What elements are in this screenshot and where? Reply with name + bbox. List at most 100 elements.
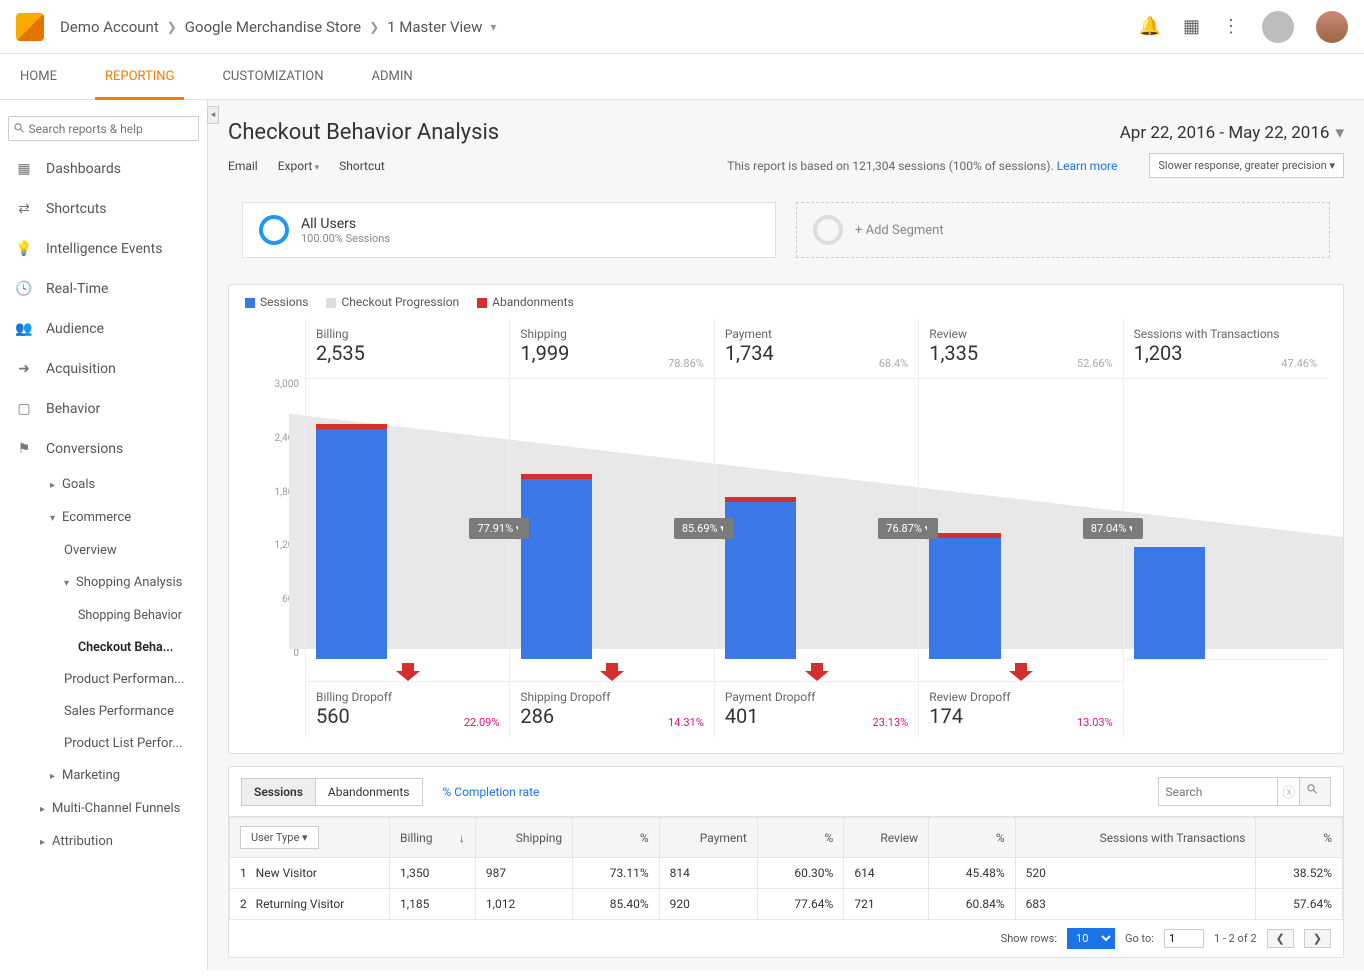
nav-audience[interactable]: 👥Audience — [0, 309, 207, 349]
table-row[interactable]: 2 Returning Visitor1,1851,01285.40%92077… — [230, 889, 1343, 920]
account-avatar[interactable] — [1262, 11, 1294, 43]
flag-icon: ⚑ — [14, 441, 34, 457]
bell-icon[interactable]: 🔔 — [1139, 16, 1161, 37]
dashboard-icon: ▦ — [14, 161, 34, 177]
prev-page-button[interactable]: ❮ — [1267, 929, 1294, 948]
breadcrumb-property[interactable]: Google Merchandise Store — [185, 18, 361, 36]
breadcrumb-view[interactable]: 1 Master View — [387, 18, 482, 36]
page-title: Checkout Behavior Analysis — [228, 120, 499, 145]
completion-rate-link[interactable]: % Completion rate — [443, 785, 540, 799]
cell: 2 Returning Visitor — [230, 889, 390, 920]
subnav-overview[interactable]: Overview — [0, 535, 207, 567]
add-segment-button[interactable]: + Add Segment — [796, 202, 1330, 258]
subnav-shopping-behavior[interactable]: Shopping Behavior — [0, 600, 207, 632]
subnav-ecommerce[interactable]: ▾Ecommerce — [0, 502, 207, 535]
stage-label: Sessions with Transactions — [1134, 327, 1317, 341]
tab-sessions[interactable]: Sessions — [241, 778, 315, 806]
collapse-sidebar-icon[interactable]: ◂ — [207, 106, 219, 124]
nav-shortcuts[interactable]: ⇄Shortcuts — [0, 189, 207, 229]
subnav-goals[interactable]: ▸Goals — [0, 469, 207, 502]
subnav-marketing[interactable]: ▸Marketing — [0, 760, 207, 793]
cell: 683 — [1015, 889, 1256, 920]
segment-all-users[interactable]: All Users 100.00% Sessions — [242, 202, 776, 258]
user-type-dropdown[interactable]: User Type ▾ — [240, 826, 319, 849]
tab-reporting[interactable]: REPORTING — [95, 54, 184, 100]
bulb-icon: 💡 — [14, 241, 34, 257]
col-header[interactable]: Payment — [659, 818, 757, 858]
cell: 38.52% — [1256, 858, 1343, 889]
stage-label: Shipping — [520, 327, 703, 341]
shortcut-button[interactable]: Shortcut — [339, 159, 385, 173]
nav-dashboards[interactable]: ▦Dashboards — [0, 149, 207, 189]
search-icon[interactable] — [1300, 777, 1331, 806]
nav-intelligence[interactable]: 💡Intelligence Events — [0, 229, 207, 269]
breadcrumb: Demo Account ❯ Google Merchandise Store … — [60, 18, 496, 36]
tab-home[interactable]: HOME — [10, 54, 67, 100]
dropoff-pct: 13.03% — [1077, 716, 1113, 729]
table-row[interactable]: 1 New Visitor1,35098773.11%81460.30%6144… — [230, 858, 1343, 889]
dropoff-label: Billing Dropoff — [316, 690, 499, 704]
funnel-stage[interactable]: Review1,33552.66%87.04% ▾Review Dropoff1… — [918, 319, 1122, 737]
next-page-button[interactable]: ❯ — [1304, 929, 1331, 948]
subnav-product-performance[interactable]: Product Performan... — [0, 664, 207, 696]
col-header[interactable]: Review — [844, 818, 929, 858]
stage-value: 2,535 — [316, 341, 499, 365]
flow-pill[interactable]: 87.04% ▾ — [1083, 518, 1143, 539]
col-header[interactable]: % — [1256, 818, 1343, 858]
col-header[interactable]: % — [757, 818, 843, 858]
chevron-down-icon[interactable]: ▾ — [490, 20, 496, 34]
col-header[interactable]: Sessions with Transactions — [1015, 818, 1256, 858]
search-input[interactable] — [29, 122, 192, 136]
search-reports[interactable] — [8, 116, 199, 141]
flow-pill[interactable]: 85.69% ▾ — [674, 518, 734, 539]
nav-realtime[interactable]: 🕓Real-Time — [0, 269, 207, 309]
stage-pct: 78.86% — [668, 357, 704, 370]
abandon-cap — [725, 497, 796, 502]
funnel-stage[interactable]: Sessions with Transactions1,20347.46% — [1123, 319, 1327, 737]
breadcrumb-account[interactable]: Demo Account — [60, 18, 159, 36]
clear-icon[interactable]: ⓧ — [1278, 777, 1300, 806]
col-header[interactable]: % — [929, 818, 1015, 858]
tab-abandonments[interactable]: Abandonments — [315, 778, 423, 806]
nav-conversions[interactable]: ⚑Conversions — [0, 429, 207, 469]
email-button[interactable]: Email — [228, 159, 258, 173]
date-range-picker[interactable]: Apr 22, 2016 - May 22, 2016 ▾ — [1120, 123, 1344, 143]
funnel-stage[interactable]: Payment1,73468.4%76.87% ▾Payment Dropoff… — [714, 319, 918, 737]
clock-icon: 🕓 — [14, 281, 34, 297]
people-icon: 👥 — [14, 321, 34, 337]
y-axis: 3,0002,4001,8001,2006000 — [245, 379, 305, 659]
nav-behavior[interactable]: ▢Behavior — [0, 389, 207, 429]
apps-icon[interactable]: ▦ — [1183, 16, 1200, 37]
flow-pill[interactable]: 77.91% ▾ — [469, 518, 529, 539]
sampling-info: This report is based on 121,304 sessions… — [727, 159, 1117, 173]
more-icon[interactable]: ⋮ — [1222, 16, 1240, 37]
goto-page-input[interactable] — [1164, 929, 1204, 948]
caret-right-icon: ▸ — [40, 831, 48, 855]
tab-admin[interactable]: ADMIN — [362, 54, 423, 100]
chart-legend: Sessions Checkout Progression Abandonmen… — [229, 285, 1343, 309]
precision-dropdown[interactable]: Slower response, greater precision ▾ — [1149, 153, 1344, 178]
stage-label: Billing — [316, 327, 499, 341]
subnav-attribution[interactable]: ▸Attribution — [0, 826, 207, 859]
tab-customization[interactable]: CUSTOMIZATION — [212, 54, 333, 100]
cell: 1,185 — [390, 889, 476, 920]
col-header[interactable]: Billing ↓ — [390, 818, 476, 858]
subnav-mcf[interactable]: ▸Multi-Channel Funnels — [0, 793, 207, 826]
segment-circle-icon — [259, 215, 289, 245]
rows-select[interactable]: 10 — [1067, 928, 1115, 949]
subnav-product-list[interactable]: Product List Perfor... — [0, 728, 207, 760]
nav-acquisition[interactable]: ➜Acquisition — [0, 349, 207, 389]
subnav-sales-performance[interactable]: Sales Performance — [0, 696, 207, 728]
learn-more-link[interactable]: Learn more — [1057, 159, 1118, 173]
table-search-input[interactable] — [1158, 777, 1278, 806]
flow-pill[interactable]: 76.87% ▾ — [878, 518, 938, 539]
chevron-down-icon: ▾ — [1335, 123, 1344, 143]
subnav-checkout-behavior[interactable]: Checkout Beha... — [0, 632, 207, 664]
col-header[interactable]: Shipping — [475, 818, 572, 858]
col-header[interactable]: % — [573, 818, 659, 858]
subnav-shopping-analysis[interactable]: ▾Shopping Analysis — [0, 567, 207, 600]
user-avatar[interactable] — [1316, 11, 1348, 43]
funnel-stage[interactable]: Shipping1,99978.86%85.69% ▾Shipping Drop… — [509, 319, 713, 737]
export-button[interactable]: Export — [278, 159, 319, 173]
funnel-stage[interactable]: Billing2,53577.91% ▾Billing Dropoff56022… — [305, 319, 509, 737]
